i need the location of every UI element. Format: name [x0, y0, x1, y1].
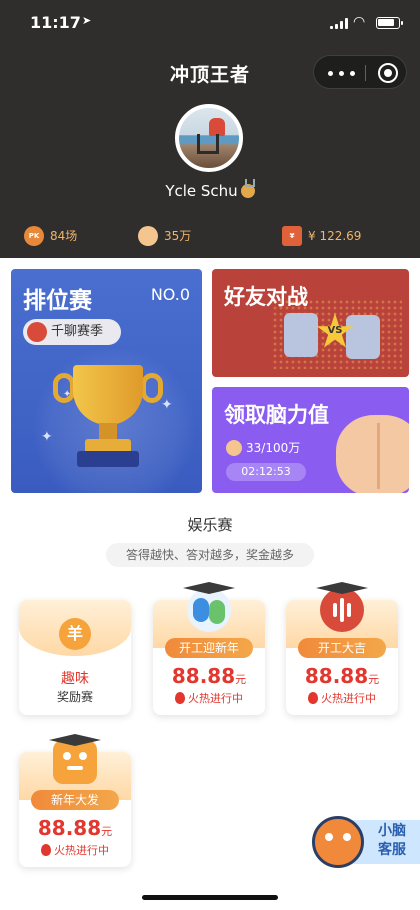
location-arrow-icon: ➤	[82, 14, 92, 27]
game-name: 开工迎新年	[165, 638, 253, 658]
close-target-icon[interactable]	[378, 63, 398, 83]
people-icon	[187, 588, 231, 632]
status-time: 11:17	[30, 13, 81, 32]
medal-icon	[240, 179, 255, 198]
game-prize: 88.88元	[304, 664, 380, 688]
game-name: 开工大吉	[298, 638, 386, 658]
game-status: 火热进行中	[153, 690, 265, 706]
brain-illustration	[336, 415, 409, 493]
season-badge: 千聊赛季	[23, 319, 121, 345]
friend-battle-card[interactable]: 好友对战 VS	[212, 269, 409, 377]
brain-icon	[138, 226, 158, 246]
signal-icon	[330, 18, 348, 29]
season-label: 千聊赛季	[51, 324, 104, 339]
fire-icon	[308, 692, 318, 704]
sparkle-icon: ✦	[41, 429, 53, 445]
audio-wave-icon	[27, 322, 47, 342]
pk-icon: PK	[24, 226, 44, 246]
ranked-match-card[interactable]: 排位赛 NO.0 千聊赛季 ✦ ✦ ✦	[11, 269, 202, 493]
cat-logo-icon	[53, 740, 97, 784]
game-status: 火热进行中	[286, 690, 398, 706]
username-line: Ycle Schu	[0, 179, 420, 200]
ranked-title: 排位赛	[23, 288, 92, 314]
more-icon[interactable]	[328, 63, 358, 83]
fun-reward-line1: 趣味	[61, 671, 89, 687]
game-prize: 88.88元	[37, 816, 113, 840]
status-bar: 11:17 ➤ ◠	[0, 0, 420, 44]
brain-coin-icon	[226, 440, 242, 456]
game-card-good-start[interactable]: 开工大吉 88.88元 火热进行中	[286, 582, 398, 715]
battery-icon	[376, 17, 403, 29]
stat-money-value: ¥ 122.69	[308, 229, 362, 243]
ranked-number: NO.0	[150, 285, 190, 304]
sparkle-icon: ✦	[63, 389, 72, 400]
game-name: 新年大发	[31, 790, 119, 810]
yen-coin-icon: 羊	[59, 618, 91, 650]
brain-progress-value: 33/100万	[246, 441, 301, 455]
wallet-icon: ¥	[282, 226, 302, 246]
avatar[interactable]	[175, 104, 243, 172]
game-card-prosperity[interactable]: 新年大发 88.88元 火热进行中	[19, 734, 131, 867]
game-prize: 88.88元	[171, 664, 247, 688]
stats-row: PK 84场 35万 ¥ ¥ 122.69	[0, 224, 420, 248]
username: Ycle Schu	[165, 182, 238, 200]
mascot-icon	[312, 816, 364, 868]
trophy-handle-right	[141, 373, 163, 403]
game-card-new-year[interactable]: 开工迎新年 88.88元 火热进行中	[153, 582, 265, 715]
countdown-timer: 02:12:53	[226, 463, 306, 481]
stat-brain-value: 35万	[164, 229, 192, 243]
thumbs-down-icon	[346, 315, 380, 359]
home-indicator	[142, 895, 278, 900]
thumbs-up-icon	[284, 313, 318, 357]
stat-brain: 35万	[138, 224, 238, 248]
fire-icon	[41, 844, 51, 856]
fun-reward-card[interactable]: 羊 趣味 奖励赛	[19, 600, 131, 715]
graduation-cap-icon	[316, 582, 368, 594]
game-status: 火热进行中	[19, 842, 131, 858]
graduation-cap-icon	[183, 582, 235, 594]
stat-money: ¥ ¥ 122.69	[282, 224, 392, 248]
wifi-icon: ◠	[353, 14, 366, 30]
section-title: 娱乐赛	[187, 516, 233, 534]
stat-matches: PK 84场	[24, 224, 124, 248]
capsule-divider	[365, 65, 366, 81]
fun-reward-line2: 奖励赛	[56, 690, 93, 704]
audio-logo-icon	[320, 588, 364, 632]
brain-power-title: 领取脑力值	[224, 403, 329, 427]
brain-power-card[interactable]: 领取脑力值 33/100万 02:12:53	[212, 387, 409, 493]
section-tagline: 答得越快、答对越多，奖金越多	[106, 543, 314, 567]
trophy-plinth	[77, 451, 139, 467]
fire-icon	[175, 692, 185, 704]
stat-matches-value: 84场	[50, 229, 78, 243]
avatar-chair	[197, 134, 219, 154]
customer-service-label: 小脑 客服	[378, 823, 406, 858]
miniapp-capsule	[313, 55, 407, 89]
header-area: 11:17 ➤ ◠ 冲顶王者 Ycle Schu PK 84场 35万 ¥ ¥ …	[0, 0, 420, 258]
customer-service-button[interactable]: 小脑 客服	[312, 816, 420, 868]
sparkle-icon: ✦	[161, 397, 173, 413]
